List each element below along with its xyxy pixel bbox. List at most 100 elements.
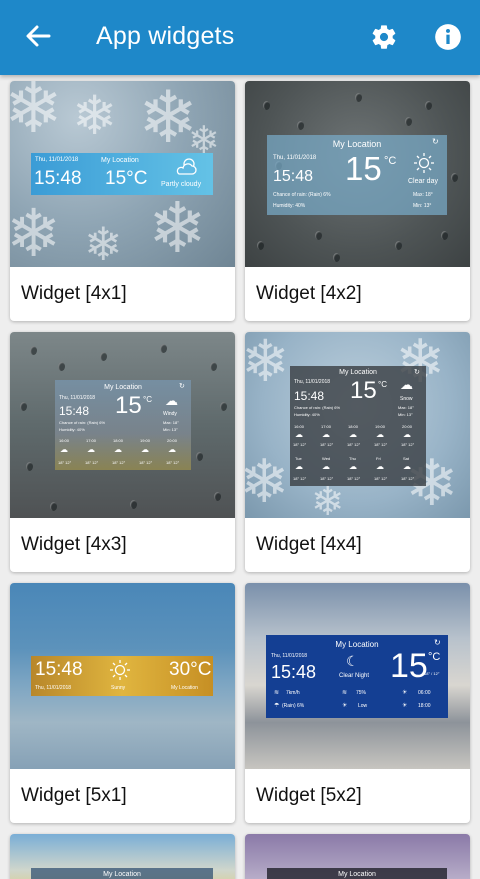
- forecast-range: 18° 12°: [320, 476, 334, 481]
- snowflake-icon: ❄: [245, 447, 290, 517]
- widget-temperature: 15: [390, 647, 428, 685]
- forecast-range: 18° 12°: [401, 442, 415, 447]
- widget-time: 15:48: [273, 168, 314, 185]
- widget-min: Min: 13°: [413, 203, 432, 209]
- widget-peek-left: My Location: [31, 868, 213, 879]
- partly-cloudy-icon: [175, 156, 199, 178]
- widget-date: Thu, 11/01/2018: [35, 685, 72, 691]
- widget-unit: °C: [378, 380, 387, 389]
- widget-temperature: 15°C: [105, 168, 148, 189]
- sun-icon: [413, 152, 435, 179]
- widget-humidity: Humidity: 40%: [59, 427, 85, 432]
- widget-4x3: My Location ↻ Thu, 11/01/2018 15:48 15 °…: [55, 380, 191, 470]
- wind-icon: ☁: [165, 393, 178, 408]
- cloud-icon: ☁: [114, 445, 122, 454]
- cloud-icon: ☁: [376, 430, 384, 439]
- widget-temperature: 15: [350, 377, 377, 404]
- snowflake-icon: ❄: [311, 479, 345, 518]
- cloud-icon: ☁: [322, 430, 330, 439]
- forecast-range: 18° 12°: [347, 476, 361, 481]
- widget-min: Min: 13°: [163, 427, 178, 432]
- widget-humidity: Humidity: 40%: [273, 203, 306, 209]
- widget-unit: °C: [384, 155, 397, 167]
- widget-location: My Location: [339, 369, 377, 376]
- widget-temperature: 15: [115, 392, 142, 419]
- forecast-day: Wed: [322, 456, 331, 461]
- widget-condition: Snow: [400, 396, 413, 402]
- forecast-day: Fri: [376, 456, 381, 461]
- forecast-range: 18° 12°: [166, 460, 180, 465]
- widget-date: Thu, 11/01/2018: [59, 395, 96, 401]
- gear-icon: [370, 23, 398, 56]
- widget-sunset: 18:00: [418, 703, 431, 709]
- cloud-icon: ☁: [403, 430, 411, 439]
- info-icon: [434, 23, 462, 56]
- widget-rain-chance: Chance of rain: (Rain) 6%: [59, 420, 106, 425]
- cloud-icon: ☁: [349, 462, 357, 471]
- widget-card-4x3[interactable]: My Location ↻ Thu, 11/01/2018 15:48 15 °…: [10, 332, 235, 572]
- widget-condition: Clear day: [408, 178, 438, 185]
- widget-date: Thu, 11/01/2018: [273, 155, 317, 161]
- back-button[interactable]: [20, 20, 56, 56]
- cloud-icon: ☁: [87, 445, 95, 454]
- widget-condition: Sunny: [111, 685, 126, 691]
- widget-humidity: Humidity: 40%: [294, 412, 320, 417]
- widget-preview-4x2: My Location ↻ Thu, 11/01/2018 15:48 15 °…: [245, 81, 470, 267]
- widget-5x2: My Location ↻ Thu, 11/01/2018 15:48 ☾ Cl…: [266, 635, 448, 718]
- forecast-hour: 16:00: [59, 438, 70, 443]
- cloud-icon: ☁: [168, 445, 176, 454]
- cloud-icon: ☁: [403, 462, 411, 471]
- widget-rain-chance: Chance of rain: (Rain) 6%: [294, 405, 341, 410]
- widget-location: My Location: [332, 139, 382, 149]
- app-bar: App widgets: [0, 0, 480, 75]
- forecast-hour: 17:00: [86, 438, 97, 443]
- widget-max: Max: 18°: [163, 420, 179, 425]
- widget-4x4: My Location ↻ Thu, 11/01/2018 15:48 15 °…: [290, 366, 426, 486]
- forecast-range: 18° 12°: [374, 442, 388, 447]
- widget-card-4x2[interactable]: My Location ↻ Thu, 11/01/2018 15:48 15 °…: [245, 81, 470, 321]
- info-button[interactable]: [430, 21, 466, 57]
- widget-unit: °C: [428, 651, 441, 663]
- widget-card-4x4[interactable]: ❄ ❄ ❄ ❄ ❄ My Location ↻ Thu, 11/01/2018 …: [245, 332, 470, 572]
- widget-card-peek-left[interactable]: My Location: [10, 834, 235, 879]
- forecast-range: 18° 12°: [58, 460, 72, 465]
- widget-label: Widget [5x1]: [21, 785, 127, 806]
- rain-icon: ☂: [274, 703, 280, 709]
- forecast-hour: 20:00: [167, 438, 178, 443]
- uv-icon: ☀: [342, 703, 348, 709]
- widget-rain: (Rain) 6%: [282, 703, 305, 709]
- forecast-range: 18° 12°: [401, 476, 415, 481]
- cloud-icon: ☁: [295, 462, 303, 471]
- sunrise-icon: ☀: [402, 690, 408, 696]
- widget-card-peek-right[interactable]: My Location: [245, 834, 470, 879]
- widget-preview-4x3: My Location ↻ Thu, 11/01/2018 15:48 15 °…: [10, 332, 235, 518]
- settings-button[interactable]: [366, 21, 402, 57]
- widget-time: 15:48: [271, 662, 317, 682]
- snowflake-icon: ❄: [84, 217, 123, 267]
- widget-max: Max: 18°: [413, 192, 433, 198]
- widget-wind: 7km/h: [286, 690, 300, 696]
- widget-card-5x2[interactable]: My Location ↻ Thu, 11/01/2018 15:48 ☾ Cl…: [245, 583, 470, 823]
- widget-time: 15:48: [35, 659, 83, 680]
- widget-uv: Low: [358, 703, 368, 709]
- widget-card-4x1[interactable]: ❄ ❄ ❄ ❄ ❄ ❄ ❄ Thu, 11/01/2018 My Locatio…: [10, 81, 235, 321]
- cloud-icon: ☁: [349, 430, 357, 439]
- widget-peek-right: My Location: [267, 868, 447, 879]
- widget-time: 15:48: [59, 404, 90, 418]
- widget-condition: Partly cloudy: [161, 181, 202, 188]
- widget-location: My Location: [338, 871, 376, 878]
- forecast-range: 18° 12°: [293, 476, 307, 481]
- forecast-hour: 18:00: [113, 438, 124, 443]
- moon-icon: ☾: [346, 653, 359, 669]
- forecast-hour: 17:00: [321, 424, 332, 429]
- forecast-range: 18° 12°: [85, 460, 99, 465]
- forecast-range: 18° 12°: [112, 460, 126, 465]
- widget-location: My Location: [104, 384, 142, 391]
- widget-condition: Windy: [163, 411, 177, 417]
- sun-icon: [109, 659, 131, 686]
- widget-card-5x1[interactable]: 15:48 Thu, 11/01/2018 Sunny 30°C My Loca…: [10, 583, 235, 823]
- widget-preview-peek-left: My Location: [10, 834, 235, 879]
- widget-rain-chance: Chance of rain: (Rain) 6%: [273, 192, 331, 198]
- forecast-range: 18° 12°: [347, 442, 361, 447]
- sunset-icon: ☀: [402, 703, 408, 709]
